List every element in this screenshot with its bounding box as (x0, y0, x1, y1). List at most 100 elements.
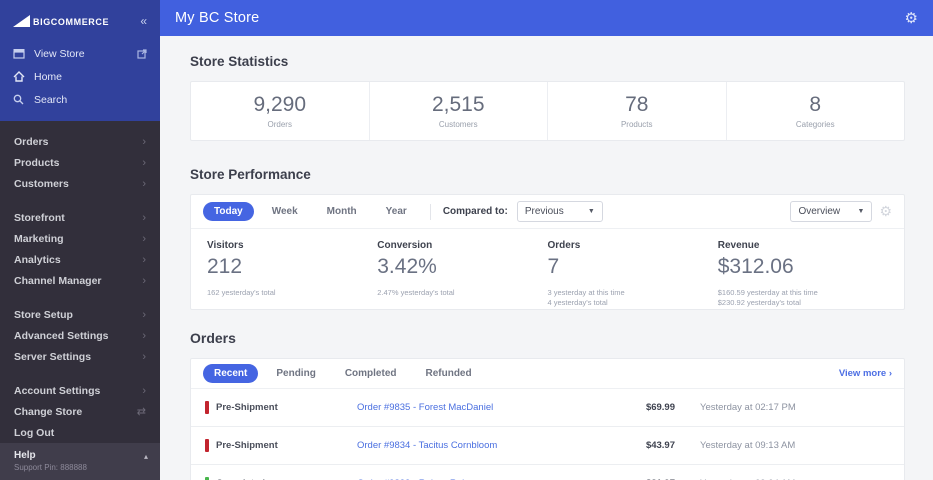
stat-cell[interactable]: 78 Products (548, 82, 727, 140)
sidebar-nav-item[interactable]: Log Out (0, 422, 160, 443)
support-pin: Support Pin: 888888 (14, 463, 87, 472)
sidebar-nav-item[interactable]: Customers › (0, 173, 160, 194)
metric-note: $230.92 yesterday's total (717, 298, 801, 307)
sidebar-nav-item[interactable]: Orders › (0, 131, 160, 152)
period-tab[interactable]: Today (203, 202, 254, 221)
sidebar-nav-item[interactable]: Change Store ⇄ (0, 401, 160, 422)
sidebar-nav-item-label: Storefront (14, 211, 65, 224)
stat-value: 8 (809, 93, 822, 116)
metric-notes: 162 yesterday's total (207, 288, 377, 298)
metric-value: 3.42% (377, 255, 437, 278)
stat-label: Customers (438, 120, 478, 129)
performance-metrics-row: Visitors 212 162 yesterday's total Conve… (191, 229, 904, 309)
external-link-icon (137, 48, 147, 59)
top-header-bar: My BC Store ⚙ (160, 0, 933, 36)
metric-notes: 3 yesterday at this time 4 yesterday's t… (548, 288, 718, 308)
chevron-right-icon: › (142, 135, 146, 148)
content-area: Store Statistics 9,290 Orders 2,515 Cust… (160, 36, 933, 480)
table-row[interactable]: Pre-Shipment Order #9835 - Forest MacDan… (191, 389, 904, 427)
period-tab[interactable]: Month (316, 202, 368, 221)
bigcommerce-logo-text: BIGCOMMERCE (33, 17, 110, 27)
bigcommerce-logo[interactable]: BIGCOMMERCE (13, 15, 109, 27)
sidebar-item-label: View Store (34, 47, 85, 60)
caret-up-icon: ▴ (143, 452, 148, 461)
chevron-right-icon: › (142, 156, 146, 169)
order-date: Yesterday at 09:13 AM (700, 440, 796, 451)
store-performance-card: Today Week Month Year Compared to: Previ… (190, 194, 905, 310)
store-statistics-heading: Store Statistics (190, 54, 289, 69)
gear-icon[interactable]: ⚙ (905, 9, 918, 27)
chevron-right-icon: › (142, 274, 146, 287)
metric: Visitors 212 162 yesterday's total (207, 240, 377, 309)
order-amount: $43.97 (645, 440, 675, 451)
stat-cell[interactable]: 8 Categories (727, 82, 905, 140)
sidebar-nav-item[interactable]: Products › (0, 152, 160, 173)
table-row[interactable]: Completed Order #9833 - Robert Robertson… (191, 465, 904, 480)
store-statistics-card: 9,290 Orders 2,515 Customers 78 Products (190, 81, 905, 141)
divider (429, 203, 431, 220)
sidebar-nav-item[interactable]: Server Settings › (0, 346, 160, 367)
metric-label: Revenue (717, 240, 760, 251)
chevron-right-icon: › (142, 211, 146, 224)
performance-gear-icon[interactable]: ⚙ (879, 203, 892, 220)
sidebar-collapse-icon[interactable]: « (140, 14, 147, 28)
sidebar-nav-item[interactable]: Account Settings › (0, 380, 160, 401)
orders-filter-tab[interactable]: Pending (265, 364, 326, 383)
sidebar-nav-item[interactable]: Analytics › (0, 249, 160, 270)
store-performance-heading: Store Performance (190, 167, 311, 182)
compared-to-select[interactable]: Previous ▼ (516, 201, 603, 222)
sidebar-nav-item[interactable]: Storefront › (0, 207, 160, 228)
stat-cell[interactable]: 2,515 Customers (370, 82, 548, 140)
sidebar-nav-item[interactable]: Channel Manager › (0, 270, 160, 291)
sidebar-nav-item-label: Server Settings (14, 350, 92, 363)
period-tab[interactable]: Year (375, 202, 418, 221)
help-section[interactable]: Help Support Pin: 888888 ▴ (0, 443, 160, 480)
sidebar-top-section: BIGCOMMERCE « View Store Home Search (0, 0, 160, 121)
orders-card: Recent Pending Completed Refunded View m… (190, 358, 905, 480)
overview-select[interactable]: Overview ▼ (790, 201, 873, 222)
orders-filter-tab[interactable]: Completed (334, 364, 408, 383)
sidebar-item-search[interactable]: Search (0, 88, 160, 111)
stat-cell[interactable]: 9,290 Orders (191, 82, 370, 140)
order-link[interactable]: Order #9835 - Forest MacDaniel (357, 402, 595, 413)
sidebar-nav-item[interactable]: Marketing › (0, 228, 160, 249)
sidebar-nav: Orders › Products › Customers › Storefro… (0, 121, 160, 443)
app-window: BIGCOMMERCE « View Store Home Search Ord… (0, 0, 933, 480)
stat-value: 78 (625, 93, 649, 116)
sidebar-item-label: Search (34, 93, 68, 106)
stat-value: 9,290 (253, 93, 307, 116)
overview-value: Overview (798, 206, 841, 217)
orders-filter-tab[interactable]: Recent (203, 364, 259, 383)
view-more-link[interactable]: View more › (839, 368, 892, 379)
help-title: Help (14, 450, 36, 461)
chevron-right-icon: › (142, 253, 146, 266)
stat-label: Products (620, 120, 653, 129)
order-amount: $69.99 (645, 402, 675, 413)
chevron-right-icon: › (142, 384, 146, 397)
period-tab[interactable]: Week (261, 202, 309, 221)
metric-notes: $160.59 yesterday at this time $230.92 y… (718, 288, 888, 308)
orders-heading: Orders (190, 330, 236, 346)
order-link[interactable]: Order #9834 - Tacitus Cornbloom (357, 440, 595, 451)
table-row[interactable]: Pre-Shipment Order #9834 - Tacitus Cornb… (191, 427, 904, 465)
sidebar-nav-item-label: Orders (14, 135, 49, 148)
sidebar-item-label: Home (34, 70, 63, 83)
metric: Revenue $312.06 $160.59 yesterday at thi… (718, 240, 888, 309)
sidebar-item-view-store[interactable]: View Store (0, 42, 160, 65)
metric-label: Conversion (377, 240, 433, 251)
stat-value: 2,515 (431, 93, 485, 116)
home-icon (13, 71, 25, 82)
metric-note: 4 yesterday's total (547, 298, 608, 307)
sidebar-nav-item-label: Marketing (14, 232, 64, 245)
sidebar-nav-item-label: Log Out (14, 426, 55, 439)
sidebar-nav-item-label: Channel Manager (14, 274, 102, 287)
stat-label: Categories (795, 120, 835, 129)
sidebar-nav-item-label: Products (14, 156, 60, 169)
sidebar-nav-item[interactable]: Store Setup › (0, 304, 160, 325)
metric-value: 7 (547, 255, 560, 278)
sidebar-nav-item[interactable]: Advanced Settings › (0, 325, 160, 346)
orders-filter-tab[interactable]: Refunded (414, 364, 482, 383)
order-status: Pre-Shipment (205, 401, 357, 414)
sidebar-item-home[interactable]: Home (0, 65, 160, 88)
metric-label: Orders (547, 240, 581, 251)
